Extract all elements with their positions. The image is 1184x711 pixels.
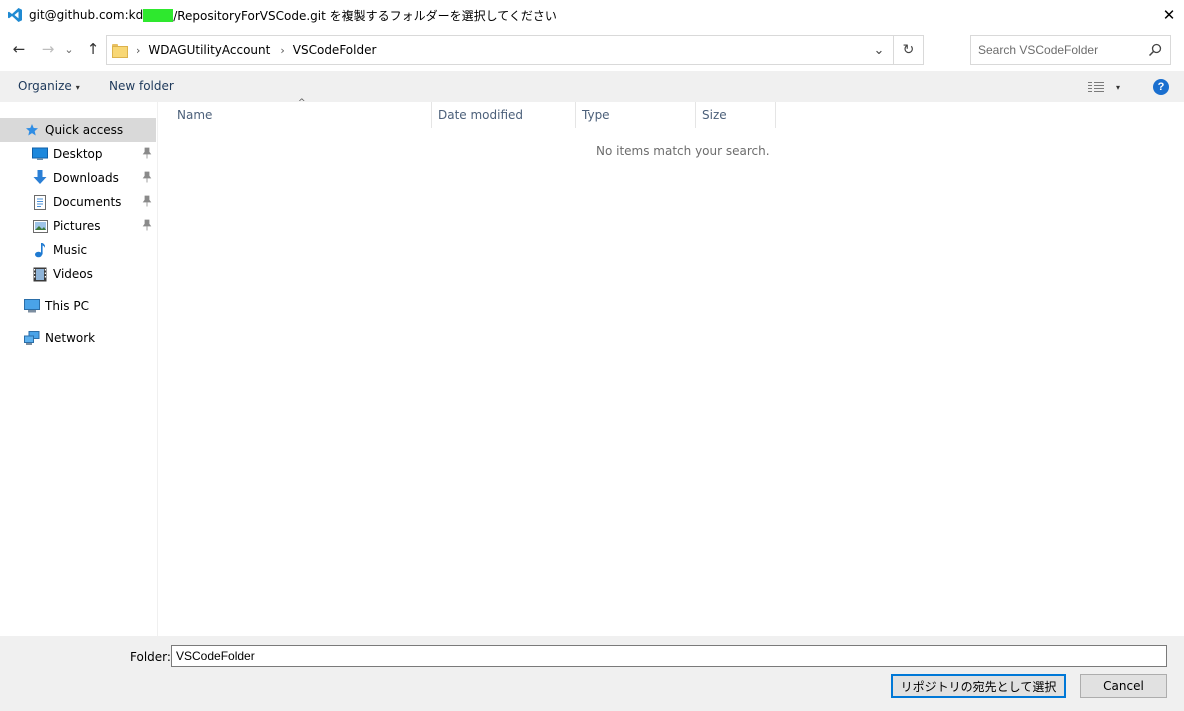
column-header-name[interactable]: Name ^ bbox=[159, 98, 432, 128]
help-icon: ? bbox=[1157, 81, 1165, 93]
title-bar: git@github.com:kd/RepositoryForVSCode.gi… bbox=[0, 0, 1184, 30]
redaction-block bbox=[143, 8, 174, 22]
chevron-down-icon: ⌄ bbox=[64, 42, 74, 56]
column-header-label: Name bbox=[177, 108, 213, 122]
music-icon bbox=[32, 242, 48, 258]
sidebar-item-label: Quick access bbox=[45, 123, 124, 137]
folder-icon bbox=[112, 44, 128, 58]
sidebar-item-downloads[interactable]: Downloads bbox=[0, 166, 156, 190]
sidebar-item-label: This PC bbox=[45, 299, 89, 313]
sidebar-item-music[interactable]: Music bbox=[0, 238, 156, 262]
breadcrumb-wdagutilityaccount[interactable]: WDAGUtilityAccount bbox=[148, 43, 270, 57]
column-header-label: Size bbox=[702, 108, 727, 122]
new-folder-label: New folder bbox=[109, 79, 174, 93]
close-icon: ✕ bbox=[1162, 6, 1176, 24]
change-view-button[interactable]: ▾ bbox=[1088, 79, 1128, 95]
column-header-label: Type bbox=[582, 108, 610, 122]
sidebar-item-label: Desktop bbox=[53, 147, 103, 161]
address-dropdown-button[interactable]: ⌄ bbox=[867, 36, 891, 64]
folder-name-input[interactable] bbox=[171, 645, 1167, 667]
search-icon bbox=[1148, 43, 1162, 57]
column-header-size[interactable]: Size bbox=[696, 102, 776, 128]
select-destination-label: リポジトリの宛先として選択 bbox=[900, 679, 1057, 694]
desktop-icon bbox=[32, 146, 48, 162]
command-bar: Organize ▾ New folder ▾ ? bbox=[0, 71, 1184, 102]
sidebar-item-label: Pictures bbox=[53, 219, 101, 233]
breadcrumb-vscodefolder[interactable]: VSCodeFolder bbox=[293, 43, 377, 57]
sidebar-item-label: Videos bbox=[53, 267, 93, 281]
sidebar-item-pictures[interactable]: Pictures bbox=[0, 214, 156, 238]
window-title: git@github.com:kd/RepositoryForVSCode.gi… bbox=[29, 7, 557, 24]
sidebar-item-documents[interactable]: Documents bbox=[0, 190, 156, 214]
breadcrumb-separator-icon: › bbox=[280, 43, 285, 57]
empty-message: No items match your search. bbox=[596, 144, 770, 158]
back-arrow-icon: ← bbox=[12, 40, 26, 58]
up-button[interactable]: ↑ bbox=[84, 40, 102, 58]
video-icon bbox=[32, 266, 48, 282]
sort-ascending-icon: ^ bbox=[298, 98, 306, 108]
star-icon bbox=[24, 122, 40, 138]
file-list: Name ^ Date modified Type Size No items … bbox=[159, 98, 1184, 636]
organize-button[interactable]: Organize ▾ bbox=[18, 79, 80, 93]
caret-down-icon: ▾ bbox=[75, 83, 80, 92]
recent-locations-button[interactable]: ⌄ bbox=[63, 40, 75, 58]
back-button[interactable]: ← bbox=[10, 40, 28, 58]
sidebar-item-videos[interactable]: Videos bbox=[0, 262, 156, 286]
network-icon bbox=[24, 330, 40, 346]
computer-icon bbox=[24, 298, 40, 314]
navigation-bar: ← → ⌄ ↑ › WDAGUtilityAccount › VSCodeFol… bbox=[0, 30, 1184, 70]
close-button[interactable]: ✕ bbox=[1154, 0, 1184, 30]
navigation-pane: Quick access Desktop Downloads Documents… bbox=[0, 102, 158, 636]
sidebar-item-label: Documents bbox=[53, 195, 122, 209]
column-header-label: Date modified bbox=[438, 108, 524, 122]
sidebar-item-network[interactable]: Network bbox=[0, 326, 156, 350]
dialog-footer: Folder: リポジトリの宛先として選択 Cancel bbox=[0, 636, 1184, 711]
cancel-button[interactable]: Cancel bbox=[1080, 674, 1167, 698]
address-bar[interactable]: › WDAGUtilityAccount › VSCodeFolder ⌄ ↻ bbox=[106, 35, 924, 65]
select-destination-button[interactable]: リポジトリの宛先として選択 bbox=[891, 674, 1066, 698]
refresh-button[interactable]: ↻ bbox=[893, 36, 923, 64]
refresh-icon: ↻ bbox=[902, 42, 915, 58]
sidebar-item-quick-access[interactable]: Quick access bbox=[0, 118, 156, 142]
sidebar-item-label: Downloads bbox=[53, 171, 119, 185]
cancel-label: Cancel bbox=[1103, 679, 1144, 693]
pin-icon bbox=[142, 171, 152, 185]
forward-button[interactable]: → bbox=[39, 40, 57, 58]
download-icon bbox=[32, 170, 48, 186]
sidebar-item-label: Network bbox=[45, 331, 96, 345]
pin-icon bbox=[142, 147, 152, 161]
new-folder-button[interactable]: New folder bbox=[109, 79, 174, 93]
vscode-icon bbox=[8, 8, 22, 22]
search-input[interactable] bbox=[978, 43, 1138, 57]
help-button[interactable]: ? bbox=[1153, 79, 1169, 95]
column-header-date-modified[interactable]: Date modified bbox=[432, 102, 576, 128]
up-arrow-icon: ↑ bbox=[86, 40, 100, 58]
window-title-prefix: git@github.com:kd bbox=[29, 8, 144, 22]
document-icon bbox=[32, 194, 48, 210]
caret-down-icon: ▾ bbox=[1116, 82, 1121, 92]
breadcrumb-separator-icon: › bbox=[136, 43, 141, 57]
chevron-down-icon: ⌄ bbox=[873, 42, 885, 58]
folder-label: Folder: bbox=[130, 650, 171, 664]
pin-icon bbox=[142, 219, 152, 233]
window-title-suffix: /RepositoryForVSCode.git を複製するフォルダーを選択して… bbox=[173, 8, 557, 23]
sidebar-item-this-pc[interactable]: This PC bbox=[0, 294, 156, 318]
pictures-icon bbox=[32, 218, 48, 234]
pin-icon bbox=[142, 195, 152, 209]
details-view-icon bbox=[1088, 81, 1104, 93]
column-header-type[interactable]: Type bbox=[576, 102, 696, 128]
organize-label: Organize bbox=[18, 79, 72, 93]
sidebar-item-desktop[interactable]: Desktop bbox=[0, 142, 156, 166]
sidebar-item-label: Music bbox=[53, 243, 88, 257]
forward-arrow-icon: → bbox=[41, 40, 55, 58]
search-box[interactable] bbox=[970, 35, 1171, 65]
